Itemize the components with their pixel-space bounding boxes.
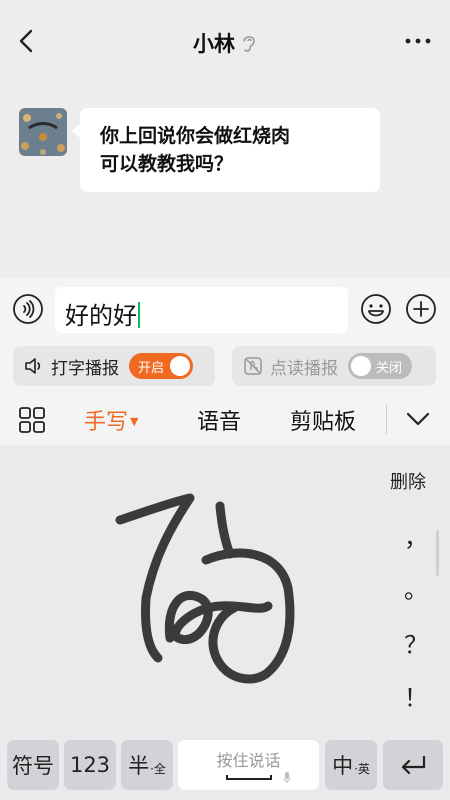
half-key-sub: ·全 xyxy=(150,761,166,776)
half-key-label: 半 xyxy=(128,754,150,778)
toggle-off-label: 关闭 xyxy=(376,360,403,376)
message-bubble[interactable]: 你上回说你会做红烧肉 可以教教我吗？ xyxy=(72,108,380,192)
enter-key[interactable] xyxy=(383,740,443,790)
half-width-key[interactable]: 半 ·全 xyxy=(121,740,173,790)
chevron-down-icon[interactable] xyxy=(405,408,431,430)
page-title: 小林 xyxy=(193,32,235,56)
more-dots-icon[interactable] xyxy=(404,32,432,50)
text-caret xyxy=(138,302,140,328)
hold-to-talk-label: 按住说话 xyxy=(216,751,281,770)
return-icon xyxy=(401,755,426,775)
page-title-wrap: 小林 xyxy=(0,28,450,58)
voice-input-icon[interactable] xyxy=(12,293,44,325)
plus-icon[interactable] xyxy=(405,293,437,325)
speaker-icon xyxy=(25,358,41,374)
typing-broadcast-pill[interactable]: 打字播报 开启 xyxy=(13,346,215,386)
toggle-knob xyxy=(351,356,371,376)
symbol-key[interactable]: 符号 xyxy=(7,740,59,790)
delete-button[interactable]: 删除 xyxy=(390,468,426,494)
hold-to-talk-key[interactable]: 按住说话 xyxy=(178,740,319,790)
punct-period[interactable]: 。 xyxy=(404,570,428,605)
grid-menu-icon[interactable] xyxy=(18,406,46,434)
message-line-2: 可以教教我吗？ xyxy=(100,153,234,175)
triangle-down-icon: ▼ xyxy=(130,415,139,428)
typing-broadcast-toggle[interactable]: 开启 xyxy=(129,353,193,379)
tab-handwrite[interactable]: 手写 ▼ xyxy=(84,404,138,436)
touch-read-icon xyxy=(244,357,262,375)
reading-broadcast-label: 点读播报 xyxy=(270,358,338,379)
message-input-text: 好的好 xyxy=(65,302,137,330)
number-key[interactable]: 123 xyxy=(64,740,116,790)
toolbar-divider xyxy=(386,404,387,434)
typing-broadcast-label: 打字播报 xyxy=(51,358,119,379)
mic-underline-icon xyxy=(225,772,290,783)
punct-comma[interactable]: ， xyxy=(404,518,428,553)
tab-handwrite-label: 手写 xyxy=(84,410,129,435)
cn-key-label: 中 xyxy=(332,754,354,778)
punct-exclaim[interactable]: ！ xyxy=(404,678,428,713)
reading-broadcast-pill[interactable]: 点读播报 关闭 xyxy=(232,346,436,386)
punct-scrollbar[interactable] xyxy=(436,530,439,576)
tab-voice[interactable]: 语音 xyxy=(197,404,241,436)
reading-broadcast-toggle[interactable]: 关闭 xyxy=(348,353,412,379)
toggle-on-label: 开启 xyxy=(138,360,165,376)
handwriting-strokes xyxy=(110,488,310,684)
cn-key-sub: ·英 xyxy=(354,761,370,776)
cn-en-switch-key[interactable]: 中 ·英 xyxy=(325,740,377,790)
ear-icon xyxy=(241,33,257,58)
toggle-knob xyxy=(170,356,190,376)
message-input[interactable]: 好的好 xyxy=(55,287,348,333)
emoji-icon[interactable] xyxy=(360,293,392,325)
punct-question[interactable]: ？ xyxy=(404,625,428,660)
avatar[interactable] xyxy=(19,108,67,156)
tab-clipboard[interactable]: 剪贴板 xyxy=(290,404,356,436)
message-line-1: 你上回说你会做红烧肉 xyxy=(100,125,291,147)
